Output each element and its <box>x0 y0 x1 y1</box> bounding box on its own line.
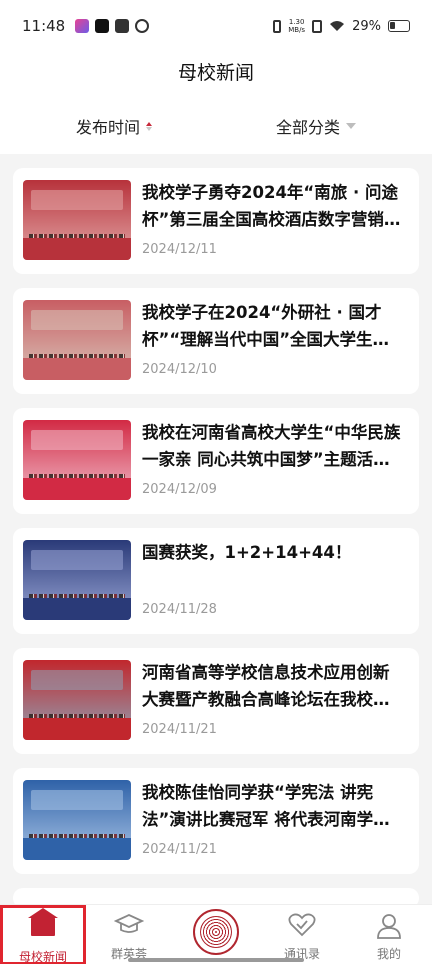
dropdown-arrow-icon <box>346 123 357 129</box>
bottom-nav: 母校新闻 群英荟 通讯录 我的 <box>0 904 432 964</box>
status-time: 11:48 <box>22 17 66 35</box>
news-date: 2024/12/11 <box>142 242 217 257</box>
filter-category-label: 全部分类 <box>276 118 341 137</box>
news-item[interactable]: 我校学子在2024“外研社 · 国才杯”“理解当代中国”全国大学生外语能力大赛中… <box>13 288 419 394</box>
news-item[interactable]: 我校在河南省高校大学生“中华民族一家亲 同心共筑中国梦”主题活动中获奖 2024… <box>13 408 419 514</box>
app-notification-icon <box>75 19 90 33</box>
news-title: 河南省高等学校信息技术应用创新大赛暨产教融合高峰论坛在我校举行 <box>142 663 390 709</box>
news-thumbnail-stage <box>23 238 131 260</box>
news-title: 国赛获奖，1+2+14+44！ <box>142 543 352 562</box>
nav-tab-contacts[interactable]: 通讯录 <box>259 905 345 964</box>
heart-contacts-icon <box>288 913 316 937</box>
nav-tab-profile[interactable]: 我的 <box>346 905 432 964</box>
net-speed-unit: MB/s <box>288 26 306 34</box>
filter-category[interactable]: 全部分类 <box>276 114 357 138</box>
filter-publish-time[interactable]: 发布时间 <box>76 114 153 138</box>
page-title: 母校新闻 <box>177 62 254 84</box>
news-thumbnail-stage <box>23 838 131 860</box>
news-thumbnail-stage <box>23 598 131 620</box>
news-item[interactable]: 我校陈佳怡同学获“学宪法 讲宪法”演讲比赛冠军 将代表河南学子参加全国决赛 20… <box>13 768 419 874</box>
filter-publish-time-label: 发布时间 <box>76 118 141 137</box>
news-date: 2024/12/09 <box>142 482 217 497</box>
news-date: 2024/11/21 <box>142 842 217 857</box>
news-title: 我校在河南省高校大学生“中华民族一家亲 同心共筑中国梦”主题活动中获奖 <box>142 423 401 469</box>
news-thumbnail-stage <box>23 718 131 740</box>
tiktok-icon <box>95 19 110 33</box>
mail-icon <box>115 19 130 33</box>
nav-tab-label: 我的 <box>376 947 401 961</box>
nav-tab-label: 母校新闻 <box>18 950 67 964</box>
net-speed-value: 1.30 <box>288 18 305 26</box>
net-speed: 1.30 MB/s <box>288 18 305 34</box>
news-item[interactable]: 我校学子勇夺2024年“南旅 · 问途杯”第三届全国高校酒店数字营销大赛 202… <box>13 168 419 274</box>
home-indicator[interactable] <box>128 958 304 962</box>
news-item[interactable]: 河南省高等学校信息技术应用创新大赛暨产教融合高峰论坛在我校举行 2024/11/… <box>13 648 419 754</box>
news-title: 我校学子在2024“外研社 · 国才杯”“理解当代中国”全国大学生外语能力大赛中… <box>142 303 390 349</box>
news-thumbnail <box>23 540 131 620</box>
filter-bar: 发布时间 全部分类 <box>0 114 432 140</box>
news-title: 我校陈佳怡同学获“学宪法 讲宪法”演讲比赛冠军 将代表河南学子参加全国决赛 <box>142 783 390 829</box>
news-thumbnail <box>23 180 131 260</box>
news-date: 2024/12/10 <box>142 362 217 377</box>
news-thumbnail <box>23 780 131 860</box>
wifi-icon <box>329 20 345 32</box>
nav-tab-school-news[interactable]: 母校新闻 <box>0 905 86 964</box>
battery-icon <box>388 20 410 32</box>
graduation-cap-icon <box>114 914 144 933</box>
news-title: 我校学子勇夺2024年“南旅 · 问途杯”第三届全国高校酒店数字营销大赛 <box>142 183 401 229</box>
nav-tab-alumni[interactable]: 群英荟 <box>86 905 172 964</box>
nav-tab-school-emblem[interactable] <box>173 905 259 964</box>
news-date: 2024/11/28 <box>142 602 217 617</box>
news-thumbnail-stage <box>23 478 131 500</box>
news-thumbnail <box>23 660 131 740</box>
sort-icon <box>146 121 153 131</box>
vibrate-icon <box>273 19 282 33</box>
school-emblem-icon <box>193 909 239 955</box>
no-sim-icon <box>312 19 323 33</box>
header: 母校新闻 发布时间 全部分类 <box>0 52 432 154</box>
news-item[interactable]: 国赛获奖，1+2+14+44！ 2024/11/28 <box>13 528 419 634</box>
news-thumbnail <box>23 300 131 380</box>
home-icon <box>28 908 58 936</box>
status-bar: 11:48 1.30 MB/s 29% <box>0 0 432 52</box>
news-thumbnail-stage <box>23 358 131 380</box>
user-icon <box>377 914 401 939</box>
news-date: 2024/11/21 <box>142 722 217 737</box>
app-screen: 11:48 1.30 MB/s 29% 母校新闻 发布时间 全部分类 我校学子勇… <box>0 0 432 964</box>
news-thumbnail <box>23 420 131 500</box>
battery-percent: 29% <box>352 18 381 34</box>
link-icon <box>135 19 150 33</box>
